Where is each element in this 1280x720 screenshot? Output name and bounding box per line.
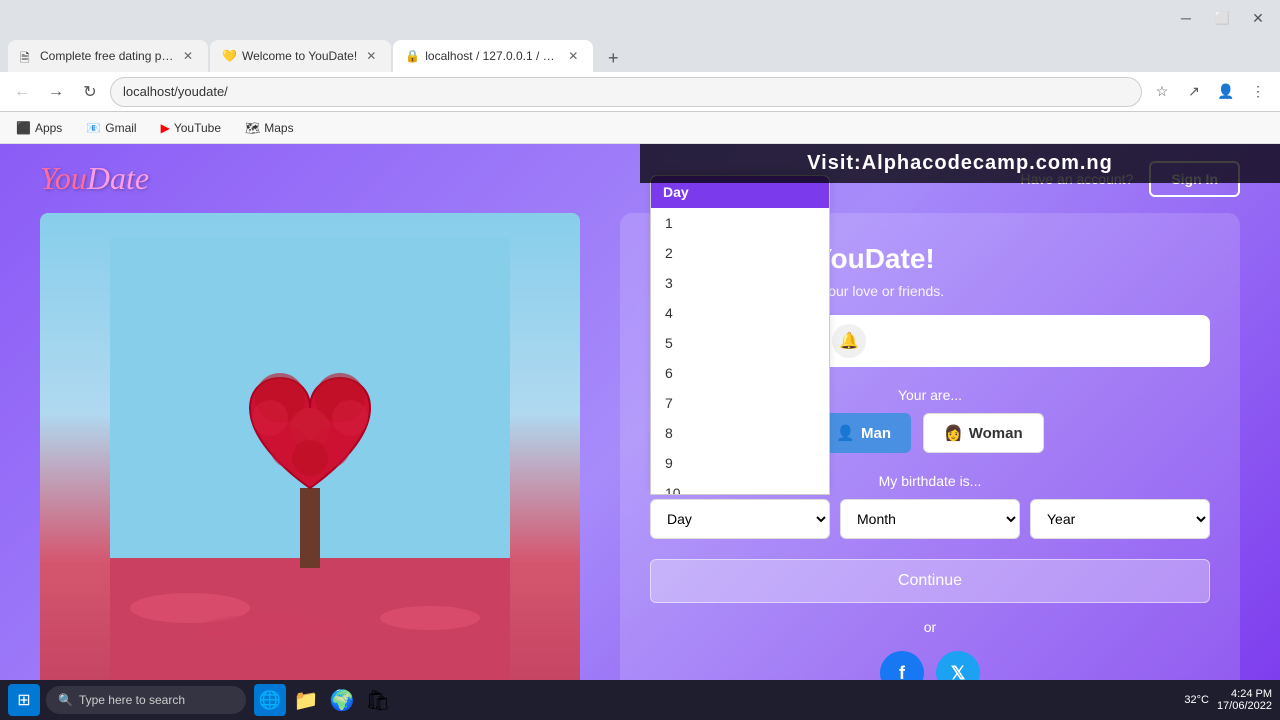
taskbar-time: 4:24 PM 17/06/2022 xyxy=(1217,688,1272,712)
time-text: 4:24 PM xyxy=(1217,688,1272,700)
start-button[interactable]: ⊞ xyxy=(8,684,40,716)
tab-title-2: Welcome to YouDate! xyxy=(242,49,357,63)
star-icon[interactable]: ☆ xyxy=(1148,78,1176,106)
day-item-9[interactable]: 9 xyxy=(651,448,829,478)
tab-close-1[interactable]: ✕ xyxy=(180,48,196,64)
maps-label: Maps xyxy=(264,121,293,135)
continue-button[interactable]: Continue xyxy=(650,559,1210,603)
registration-card: Welcome to YouDate! A place where you ca… xyxy=(620,213,1240,709)
bell-button[interactable]: 🔔 xyxy=(832,324,866,358)
title-bar: ─ ⬜ ✕ xyxy=(0,0,1280,36)
logo-you: You xyxy=(40,160,87,196)
tab-bar: 🗎 Complete free dating platform s... ✕ 💛… xyxy=(0,36,1280,72)
edge-icon: 🌐 xyxy=(259,690,281,711)
day-item-10[interactable]: 10 xyxy=(651,478,829,495)
new-tab-btn[interactable]: + xyxy=(599,44,627,72)
browser-icon: 🌍 xyxy=(330,688,355,713)
day-select[interactable]: Day xyxy=(650,499,830,539)
tab-title-3: localhost / 127.0.0.1 / youdate... xyxy=(425,49,559,63)
year-select[interactable]: Year 2000 2001 xyxy=(1030,499,1210,539)
month-select[interactable]: Month January February March xyxy=(840,499,1020,539)
taskbar-app-3[interactable]: 🌍 xyxy=(326,684,358,716)
taskbar-app-2[interactable]: 📁 xyxy=(290,684,322,716)
month-select-container: Month January February March xyxy=(840,499,1020,539)
woman-label: Woman xyxy=(969,425,1023,442)
gmail-favicon: 📧 xyxy=(86,121,101,135)
man-icon: 👤 xyxy=(836,424,855,442)
bookmark-youtube[interactable]: ▶ YouTube xyxy=(157,119,225,137)
woman-button[interactable]: 👩 Woman xyxy=(923,413,1044,453)
tab-3[interactable]: 🔒 localhost / 127.0.0.1 / youdate... ✕ xyxy=(393,40,593,72)
tab-favicon-3: 🔒 xyxy=(405,49,419,63)
day-item-3[interactable]: 3 xyxy=(651,268,829,298)
day-dropdown-open[interactable]: Day 1 2 3 4 5 6 7 8 9 10 11 12 13 xyxy=(650,175,830,495)
heart-tree-svg xyxy=(110,238,510,688)
date-text: 17/06/2022 xyxy=(1217,700,1272,712)
bookmark-apps[interactable]: ⬛ Apps xyxy=(12,119,66,137)
hero-image-container xyxy=(40,213,580,713)
forward-btn[interactable]: → xyxy=(42,78,70,106)
day-item-6[interactable]: 6 xyxy=(651,358,829,388)
search-icon: 🔍 xyxy=(58,693,73,707)
logo-date: Date xyxy=(87,160,149,196)
tab-close-2[interactable]: ✕ xyxy=(363,48,379,64)
taskbar-app-4[interactable]: 🛍 xyxy=(362,684,394,716)
maps-favicon: 🗺 xyxy=(245,121,260,135)
day-item-2[interactable]: 2 xyxy=(651,238,829,268)
search-placeholder: Type here to search xyxy=(79,693,185,707)
site-logo: YouDate xyxy=(40,160,149,197)
menu-icon[interactable]: ⋮ xyxy=(1244,78,1272,106)
birthdate-selects: Day 1 2 3 4 5 6 7 8 9 10 11 12 13 xyxy=(650,499,1210,539)
day-item-5[interactable]: 5 xyxy=(651,328,829,358)
folder-icon: 📁 xyxy=(294,688,319,713)
tab-close-3[interactable]: ✕ xyxy=(565,48,581,64)
day-item-4[interactable]: 4 xyxy=(651,298,829,328)
bookmark-maps[interactable]: 🗺 Maps xyxy=(241,119,298,137)
bookmarks-bar: ⬛ Apps 📧 Gmail ▶ YouTube 🗺 Maps xyxy=(0,112,1280,144)
day-item-7[interactable]: 7 xyxy=(651,388,829,418)
youtube-label: YouTube xyxy=(174,121,221,135)
apps-label: Apps xyxy=(35,121,62,135)
nav-icons: ☆ ↗ 👤 ⋮ xyxy=(1148,78,1272,106)
page-content: Visit:Alphacodecamp.com.ng YouDate Have … xyxy=(0,144,1280,720)
year-select-container: Year 2000 2001 xyxy=(1030,499,1210,539)
man-button[interactable]: 👤 Man xyxy=(816,413,911,453)
or-divider: or xyxy=(650,619,1210,635)
watermark: Visit:Alphacodecamp.com.ng xyxy=(640,144,1280,183)
taskbar: ⊞ 🔍 Type here to search 🌐 📁 🌍 🛍 32°C 4:2… xyxy=(0,680,1280,720)
day-dropdown-container: Day 1 2 3 4 5 6 7 8 9 10 11 12 13 xyxy=(650,499,830,539)
youtube-favicon: ▶ xyxy=(161,121,170,135)
man-label: Man xyxy=(861,425,891,442)
heart-scene xyxy=(40,213,580,713)
apps-favicon: ⬛ xyxy=(16,121,31,135)
browser-chrome: ─ ⬜ ✕ 🗎 Complete free dating platform s.… xyxy=(0,0,1280,144)
tab-favicon-2: 💛 xyxy=(222,49,236,63)
maximize-btn[interactable]: ⬜ xyxy=(1208,4,1236,32)
share-icon[interactable]: ↗ xyxy=(1180,78,1208,106)
tab-title-1: Complete free dating platform s... xyxy=(40,49,174,63)
woman-icon: 👩 xyxy=(944,424,963,442)
taskbar-app-1[interactable]: 🌐 xyxy=(254,684,286,716)
main-layout: Welcome to YouDate! A place where you ca… xyxy=(0,213,1280,709)
tab-1[interactable]: 🗎 Complete free dating platform s... ✕ xyxy=(8,40,208,72)
tab-favicon-1: 🗎 xyxy=(20,49,34,63)
close-btn[interactable]: ✕ xyxy=(1244,4,1272,32)
refresh-btn[interactable]: ↻ xyxy=(76,78,104,106)
nav-bar: ← → ↻ localhost/youdate/ ☆ ↗ 👤 ⋮ xyxy=(0,72,1280,112)
day-item-8[interactable]: 8 xyxy=(651,418,829,448)
taskbar-right: 32°C 4:24 PM 17/06/2022 xyxy=(1184,688,1272,712)
gmail-label: Gmail xyxy=(105,121,136,135)
taskbar-apps: 🌐 📁 🌍 🛍 xyxy=(254,684,394,716)
address-text: localhost/youdate/ xyxy=(123,84,228,99)
taskbar-search[interactable]: 🔍 Type here to search xyxy=(46,686,246,714)
profile-icon[interactable]: 👤 xyxy=(1212,78,1240,106)
tab-2[interactable]: 💛 Welcome to YouDate! ✕ xyxy=(210,40,391,72)
minimize-btn[interactable]: ─ xyxy=(1172,4,1200,32)
bookmark-gmail[interactable]: 📧 Gmail xyxy=(82,119,140,137)
temp-text: 32°C xyxy=(1184,694,1209,706)
back-btn[interactable]: ← xyxy=(8,78,36,106)
store-icon: 🛍 xyxy=(365,688,390,713)
address-bar[interactable]: localhost/youdate/ xyxy=(110,77,1142,107)
